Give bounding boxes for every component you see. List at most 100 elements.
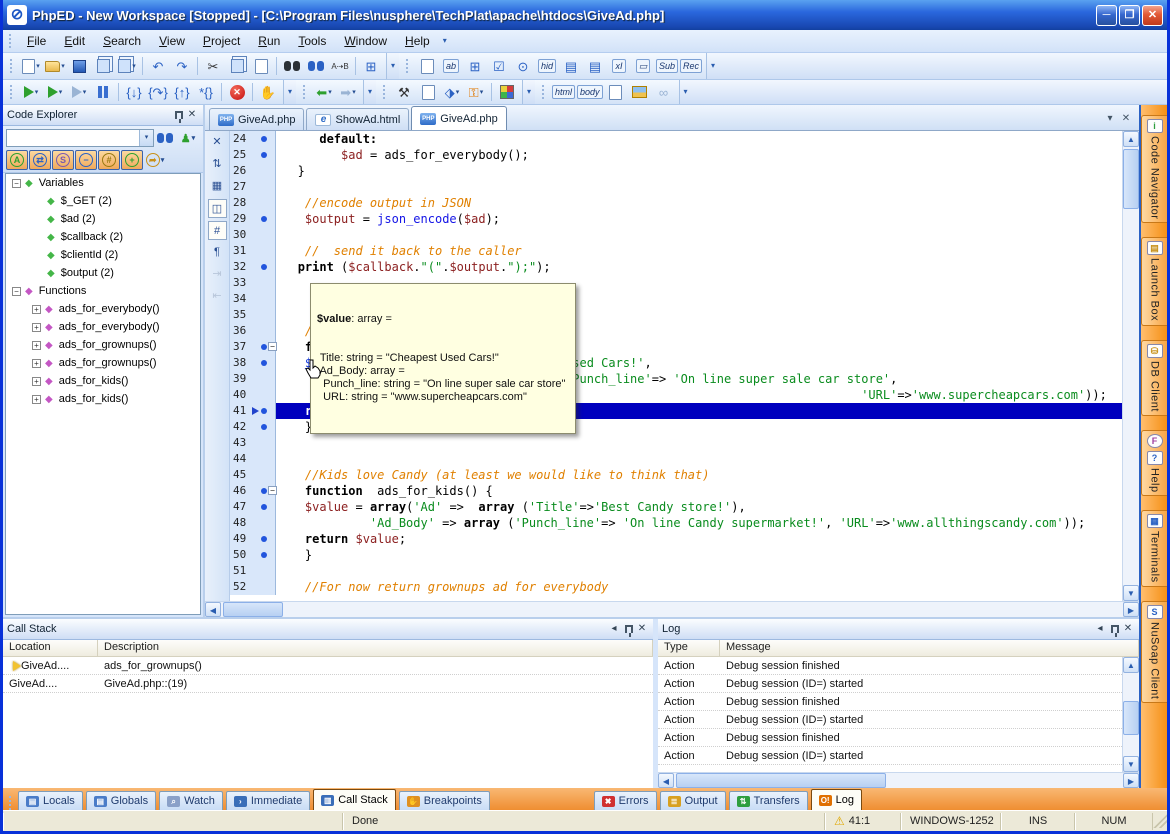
resize-grip[interactable] [1153, 814, 1167, 828]
log-row[interactable]: ActionDebug session (ID=) started [658, 747, 1122, 765]
close-panel-icon[interactable]: ✕ [1121, 622, 1135, 636]
collapse-all-button[interactable]: − [75, 150, 97, 170]
panel-tab-output[interactable]: ≣Output [660, 791, 726, 810]
tabstrip-grip[interactable] [9, 796, 14, 810]
panel-tab-transfers[interactable]: ⇅Transfers [729, 791, 808, 810]
line-marker[interactable] [252, 195, 276, 211]
code-line-27[interactable]: 27 [230, 179, 1122, 195]
save-all-button[interactable] [92, 56, 114, 77]
tab-list-icon[interactable]: ▾ [1103, 112, 1117, 126]
navigate-back-button[interactable]: ⬅▾ [313, 82, 335, 103]
swap-button[interactable]: ⇄ [29, 150, 51, 170]
preview-device-button[interactable] [605, 82, 627, 103]
log-row[interactable]: ActionDebug session (ID=) started [658, 711, 1122, 729]
toolbar-grip[interactable] [303, 85, 308, 99]
tree-toggle-icon[interactable]: + [32, 323, 41, 332]
list-box-button[interactable]: ▤ [560, 56, 582, 77]
side-tab-db-client[interactable]: ⛁DB Client [1141, 340, 1167, 416]
menu-grip[interactable] [9, 34, 14, 48]
close-panel-icon[interactable]: ✕ [185, 108, 199, 122]
line-marker[interactable] [252, 179, 276, 195]
line-marker[interactable] [252, 291, 276, 307]
toolbar-grip[interactable] [406, 59, 411, 73]
code-line-49[interactable]: 49 return $value; [230, 531, 1122, 547]
line-marker[interactable] [252, 259, 276, 275]
find-next-button[interactable] [305, 56, 327, 77]
line-marker[interactable] [252, 147, 276, 163]
menu-project[interactable]: Project [194, 31, 249, 51]
log-row[interactable]: ActionDebug session (ID=) started [658, 675, 1122, 693]
line-marker[interactable] [252, 467, 276, 483]
project-properties-button[interactable] [417, 82, 439, 103]
find-button[interactable] [281, 56, 303, 77]
log-row[interactable]: ActionDebug session finished [658, 693, 1122, 711]
line-marker[interactable] [252, 163, 276, 179]
side-tab-code-navigator[interactable]: iCode Navigator [1141, 115, 1167, 223]
form-editor-button[interactable] [416, 56, 438, 77]
run-button[interactable]: ▾ [20, 82, 42, 103]
menu-search[interactable]: Search [94, 31, 150, 51]
scroll-right-icon[interactable]: ▶ [1123, 773, 1139, 788]
wrap-button[interactable]: ▦ [208, 177, 227, 196]
line-marker[interactable] [252, 371, 276, 387]
rec-button-button[interactable]: Rec [680, 56, 702, 77]
expand-all-button[interactable]: + [121, 150, 143, 170]
insert-link-button[interactable]: ∞ [653, 82, 675, 103]
maximize-button[interactable]: ❐ [1119, 5, 1140, 26]
select-frame-button[interactable]: ⊞ [360, 56, 382, 77]
tree-toggle-icon[interactable]: + [32, 359, 41, 368]
close-document-icon[interactable]: ✕ [1119, 112, 1133, 126]
code-line-43[interactable]: 43 [230, 435, 1122, 451]
pin-icon[interactable] [1111, 625, 1119, 633]
line-marker[interactable] [252, 451, 276, 467]
input-x-button[interactable]: xI [608, 56, 630, 77]
log-horizontal-scrollbar[interactable]: ◀ ▶ [658, 772, 1139, 788]
code-line-52[interactable]: 52 //For now return grownups ad for ever… [230, 579, 1122, 595]
line-marker[interactable] [252, 131, 276, 147]
pin-icon[interactable] [625, 625, 633, 633]
toolbar-grip[interactable] [542, 85, 547, 99]
scroll-up-icon[interactable]: ▲ [1123, 657, 1139, 673]
code-fold-icon[interactable]: − [268, 342, 277, 351]
undock-icon[interactable]: ◂ [1093, 622, 1107, 636]
layout-grid-button[interactable]: ⊞ [464, 56, 486, 77]
sort-alpha-button[interactable]: A [6, 150, 28, 170]
new-document-button[interactable]: ▾ [20, 56, 42, 77]
code-line-31[interactable]: 31 // send it back to the caller [230, 243, 1122, 259]
show-line-numbers-button[interactable]: # [98, 150, 120, 170]
side-tab-nusoap-client[interactable]: SNuSoap Client [1141, 601, 1167, 703]
toolbar-grip[interactable] [10, 59, 15, 73]
undock-icon[interactable]: ◂ [607, 622, 621, 636]
code-line-29[interactable]: 29 $output = json_encode($ad); [230, 211, 1122, 227]
settings-tools-button[interactable]: ⚒ [393, 82, 415, 103]
toolbar-overflow-icon[interactable]: ▾ [523, 84, 535, 100]
menu-overflow-icon[interactable]: ▾ [439, 33, 451, 49]
panel-tab-locals[interactable]: ▤Locals [18, 791, 83, 810]
tree-item[interactable]: +◆ads_for_grownups() [6, 354, 200, 372]
show-statics-button[interactable]: S [52, 150, 74, 170]
scrollbar-thumb[interactable] [1123, 149, 1139, 209]
menu-help[interactable]: Help [396, 31, 439, 51]
split-button[interactable]: ⇅ [208, 155, 227, 174]
line-marker[interactable]: − [252, 483, 276, 499]
minimize-button[interactable]: ─ [1096, 5, 1117, 26]
line-marker[interactable] [252, 435, 276, 451]
html-tag-button[interactable]: html [552, 82, 575, 103]
tree-toggle-icon[interactable]: + [32, 395, 41, 404]
paragraph-marks-button[interactable]: ¶ [208, 243, 227, 262]
panel-tab-watch[interactable]: ⌕Watch [159, 791, 223, 810]
code-line-46[interactable]: 46− function ads_for_kids() { [230, 483, 1122, 499]
step-out-button[interactable]: {↑} [171, 82, 193, 103]
step-into-button[interactable]: {↓} [123, 82, 145, 103]
tree-toggle-icon[interactable]: + [32, 341, 41, 350]
code-line-30[interactable]: 30 [230, 227, 1122, 243]
panel-tab-immediate[interactable]: ›Immediate [226, 791, 310, 810]
tree-item[interactable]: ◆$callback (2) [6, 228, 200, 246]
save-file-button[interactable] [68, 56, 90, 77]
code-line-51[interactable]: 51 [230, 563, 1122, 579]
line-marker[interactable] [252, 499, 276, 515]
paste-button[interactable] [250, 56, 272, 77]
insert-image-button[interactable] [629, 82, 651, 103]
log-vertical-scrollbar[interactable]: ▲ ▼ [1122, 657, 1139, 772]
menu-window[interactable]: Window [335, 31, 396, 51]
